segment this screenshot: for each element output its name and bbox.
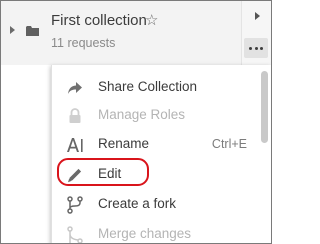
fork-icon — [67, 196, 83, 214]
collection-title: First collection — [51, 12, 147, 29]
more-options-icon — [249, 47, 252, 50]
right-caret-icon — [255, 12, 260, 20]
more-options-button[interactable] — [244, 38, 268, 58]
merge-icon — [67, 226, 83, 243]
menu-item-label: Rename — [98, 136, 150, 151]
expand-caret-icon[interactable] — [10, 26, 15, 34]
menu-item-manage-roles[interactable]: Manage Roles — [52, 101, 255, 131]
rename-text-icon — [67, 138, 83, 152]
menu-item-merge-changes[interactable]: Merge changes — [52, 220, 255, 243]
folder-icon — [26, 26, 39, 36]
menu-item-label: Create a fork — [98, 196, 177, 211]
menu-item-shortcut: Ctrl+E — [211, 137, 247, 151]
menu-item-rename[interactable]: Rename Ctrl+E — [52, 130, 255, 160]
menu-item-label: Merge changes — [98, 226, 192, 241]
share-arrow-icon — [68, 82, 82, 94]
menu-item-share-collection[interactable]: Share Collection — [52, 73, 255, 103]
menu-item-label: Share Collection — [98, 79, 198, 94]
star-icon[interactable]: ☆ — [145, 11, 158, 31]
more-options-dot — [260, 47, 263, 50]
more-options-dot — [254, 47, 258, 50]
collection-row[interactable]: First collection ☆ 11 requests — [1, 1, 241, 65]
menu-scrollbar[interactable] — [261, 71, 268, 143]
edit-annotation-circle — [57, 158, 149, 186]
request-count: 11 requests — [51, 36, 116, 50]
sidebar-panel: First collection ☆ 11 requests Share Col… — [0, 0, 272, 244]
menu-item-create-fork[interactable]: Create a fork — [52, 190, 255, 220]
collection-context-menu: Share Collection Manage Roles Rename Ctr… — [51, 65, 271, 243]
menu-item-label: Manage Roles — [98, 107, 186, 122]
lock-icon — [69, 108, 81, 123]
